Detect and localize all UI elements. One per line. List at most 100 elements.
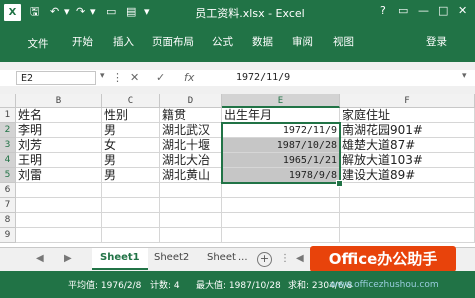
empty-cell[interactable] — [102, 183, 160, 198]
empty-cell[interactable] — [160, 228, 222, 243]
tab-home[interactable]: 开始 — [72, 34, 93, 49]
empty-cell[interactable] — [160, 198, 222, 213]
empty-cell[interactable] — [16, 198, 102, 213]
tab-splitter-icon[interactable]: ⋮ — [280, 253, 290, 264]
column-header-f[interactable]: F — [340, 94, 475, 108]
more-sheets[interactable]: ... — [236, 248, 250, 268]
cancel-icon[interactable]: ✕ — [130, 71, 139, 84]
table-cell[interactable]: 建设大道89# — [340, 168, 475, 183]
new-sheet-icon[interactable]: + — [257, 252, 272, 267]
ribbon-display-icon[interactable]: ▭ — [398, 4, 408, 17]
table-cell[interactable]: 刘雷 — [16, 168, 102, 183]
prev-sheet-icon[interactable]: ◀ — [36, 253, 44, 264]
table-cell[interactable]: 李明 — [16, 123, 102, 138]
help-icon[interactable]: ? — [380, 4, 386, 17]
insert-function-icon[interactable]: fx — [184, 71, 194, 84]
empty-cell[interactable] — [102, 213, 160, 228]
empty-cell[interactable] — [222, 228, 340, 243]
undo-dropdown-icon[interactable]: ▾ — [64, 5, 70, 19]
redo-dropdown-icon[interactable]: ▾ — [90, 5, 96, 19]
empty-cell[interactable] — [160, 213, 222, 228]
tab-insert[interactable]: 插入 — [113, 34, 134, 49]
table-cell[interactable]: 雄楚大道87# — [340, 138, 475, 153]
row-header[interactable]: 1 — [0, 108, 16, 123]
open-icon[interactable]: ▭ — [106, 5, 116, 19]
row-header[interactable]: 2 — [0, 123, 16, 138]
login-link[interactable]: 登录 — [426, 34, 447, 49]
empty-cell[interactable] — [16, 228, 102, 243]
tab-page-layout[interactable]: 页面布局 — [152, 34, 194, 49]
worksheet-grid[interactable]: B C D E F 1 2 3 4 5 6 7 8 9 姓名 性别 籍贯 出生年… — [0, 94, 475, 247]
table-cell[interactable]: 男 — [102, 123, 160, 138]
tab-formulas[interactable]: 公式 — [212, 34, 233, 49]
next-sheet-icon[interactable]: ▶ — [64, 253, 72, 264]
tab-review[interactable]: 审阅 — [292, 34, 313, 49]
header-cell-birthdate[interactable]: 出生年月 — [222, 108, 340, 123]
fill-handle[interactable] — [336, 180, 343, 187]
undo-icon[interactable]: ↶ — [50, 5, 59, 19]
name-box[interactable]: E2 — [16, 71, 96, 85]
ribbon-tabs: 文件 开始 插入 页面布局 公式 数据 审阅 视图 登录 — [0, 26, 475, 62]
empty-cell[interactable] — [16, 213, 102, 228]
empty-cell[interactable] — [222, 213, 340, 228]
empty-cell[interactable] — [340, 183, 475, 198]
column-header-d[interactable]: D — [160, 94, 222, 108]
empty-cell[interactable] — [160, 183, 222, 198]
header-cell-name[interactable]: 姓名 — [16, 108, 102, 123]
row-header[interactable]: 9 — [0, 228, 16, 243]
save-icon[interactable]: 🖫 — [30, 5, 39, 19]
table-cell[interactable]: 湖北黄山 — [160, 168, 222, 183]
column-header-b[interactable]: B — [16, 94, 102, 108]
scroll-left-icon[interactable]: ◀ — [296, 253, 304, 264]
empty-cell[interactable] — [340, 228, 475, 243]
tab-sheet1[interactable]: Sheet1 — [92, 248, 148, 270]
tab-view[interactable]: 视图 — [333, 34, 354, 49]
table-cell[interactable]: 男 — [102, 168, 160, 183]
row-header[interactable]: 7 — [0, 198, 16, 213]
header-cell-address[interactable]: 家庭住址 — [340, 108, 475, 123]
empty-cell[interactable] — [222, 183, 340, 198]
tab-data[interactable]: 数据 — [252, 34, 273, 49]
empty-cell[interactable] — [340, 213, 475, 228]
column-header-c[interactable]: C — [102, 94, 160, 108]
close-icon[interactable]: ✕ — [458, 4, 467, 17]
maximize-icon[interactable]: □ — [438, 4, 448, 17]
table-cell[interactable]: 湖北大冶 — [160, 153, 222, 168]
print-preview-icon[interactable]: ▤ — [126, 5, 136, 19]
enter-icon[interactable]: ✓ — [156, 71, 165, 84]
selected-cell[interactable]: 1987/10/28 — [222, 138, 340, 153]
active-cell[interactable]: 1972/11/9 — [222, 123, 340, 138]
table-cell[interactable]: 女 — [102, 138, 160, 153]
minimize-icon[interactable]: — — [418, 4, 429, 17]
empty-cell[interactable] — [340, 198, 475, 213]
expand-formula-bar-icon[interactable]: ▾ — [462, 71, 467, 81]
table-cell[interactable]: 南湖花园901# — [340, 123, 475, 138]
row-header[interactable]: 6 — [0, 183, 16, 198]
table-cell[interactable]: 解放大道103# — [340, 153, 475, 168]
name-box-dropdown-icon[interactable]: ▾ — [100, 71, 105, 81]
tab-sheet2[interactable]: Sheet2 — [146, 248, 197, 268]
empty-cell[interactable] — [16, 183, 102, 198]
row-header[interactable]: 3 — [0, 138, 16, 153]
table-cell[interactable]: 湖北武汉 — [160, 123, 222, 138]
selected-cell[interactable]: 1978/9/8 — [222, 168, 340, 183]
empty-cell[interactable] — [222, 198, 340, 213]
formula-input[interactable]: 1972/11/9 — [236, 72, 290, 83]
tab-file[interactable]: 文件 — [20, 26, 56, 62]
row-header[interactable]: 4 — [0, 153, 16, 168]
table-cell[interactable]: 刘芳 — [16, 138, 102, 153]
redo-icon[interactable]: ↷ — [76, 5, 85, 19]
selected-cell[interactable]: 1965/1/21 — [222, 153, 340, 168]
customize-icon[interactable]: ▾ — [144, 5, 150, 19]
table-cell[interactable]: 男 — [102, 153, 160, 168]
row-header[interactable]: 8 — [0, 213, 16, 228]
header-cell-gender[interactable]: 性别 — [102, 108, 160, 123]
table-cell[interactable]: 湖北十堰 — [160, 138, 222, 153]
table-cell[interactable]: 王明 — [16, 153, 102, 168]
empty-cell[interactable] — [102, 198, 160, 213]
column-header-e[interactable]: E — [222, 94, 340, 108]
row-header[interactable]: 5 — [0, 168, 16, 183]
header-cell-hometown[interactable]: 籍贯 — [160, 108, 222, 123]
select-all-corner[interactable] — [0, 94, 16, 108]
empty-cell[interactable] — [102, 228, 160, 243]
